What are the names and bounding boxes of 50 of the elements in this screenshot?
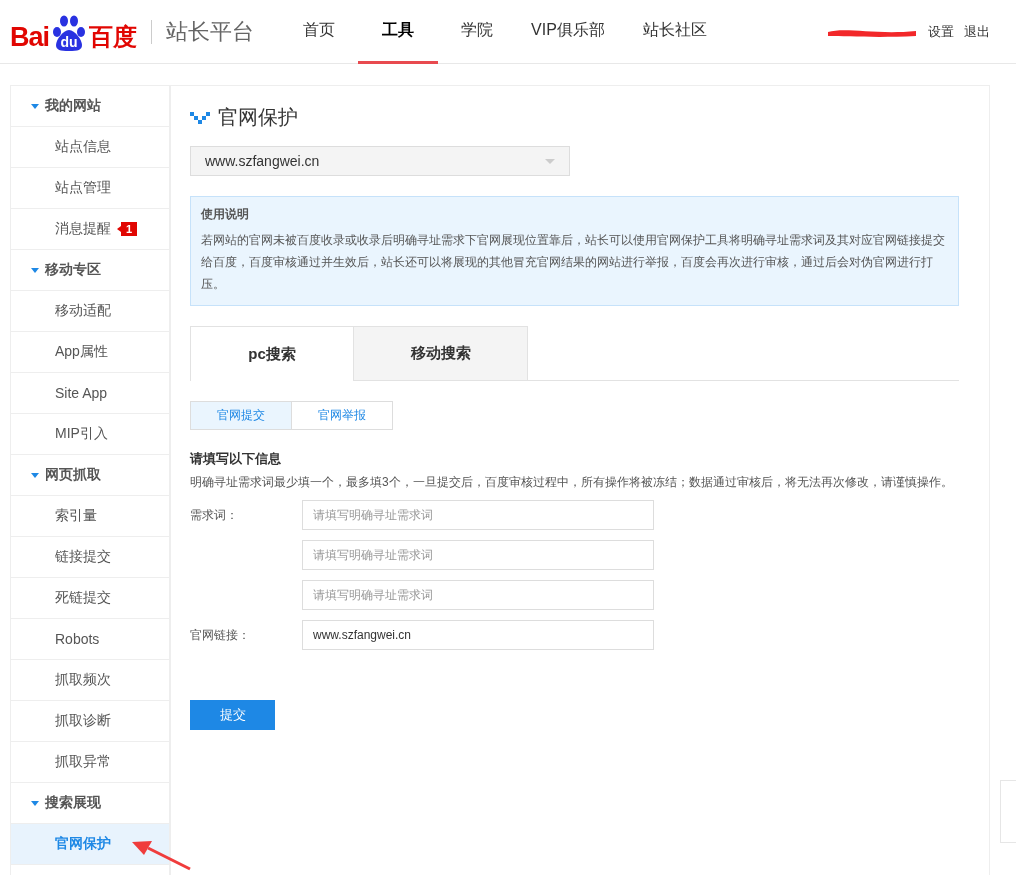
sidebar-item[interactable]: Site App [11,373,169,414]
sidebar-item[interactable]: 站点信息 [11,127,169,168]
sidebar-item[interactable]: 站点管理 [11,168,169,209]
dropdown-value: www.szfangwei.cn [205,153,320,169]
nav-tab[interactable]: 站长社区 [627,0,722,64]
form-heading: 请填写以下信息 [190,450,282,468]
input-field[interactable]: 请填写明确寻址需求词 [302,540,654,570]
sidebar-item[interactable]: MIP引入 [11,414,169,455]
group-title: 我的网站 [45,97,101,115]
sidebar-item[interactable]: 移动适配 [11,291,169,332]
form-description: 明确寻址需求词最少填一个，最多填3个，一旦提交后，百度审核过程中，所有操作将被冻结；数据通过审核后，将无法再次修改，请谨慎操作。 [190,474,954,490]
sidebar-group[interactable]: 移动专区 [11,250,169,291]
sidebar-item[interactable]: Robots [11,619,169,660]
input-field[interactable]: www.szfangwei.cn [302,620,654,650]
caret-icon [545,158,555,164]
sidebar-item[interactable]: App属性 [11,332,169,373]
sidebar-item[interactable]: 链接提交 [11,537,169,578]
field-label: 需求词： [190,506,239,524]
sidebar-item[interactable]: 抓取频次 [11,660,169,701]
nav-tab[interactable]: 学院 [446,0,509,64]
input-field[interactable]: 请填写明确寻址需求词 [302,580,654,610]
notice-text: 若网站的官网未被百度收录或收录后明确寻址需求下官网展现位置靠后，站长可以使用官网保护工具将明确寻址需求词及其对应官网链接提交给百度，百度审核通过并生效后，站长还可以将展现的其他冒充官网结果的网站进行举报，百度会再次进行审核，通过后会对伪官网进行打压。 [201,232,946,293]
platform-title: 站长平台 [166,17,255,46]
input-field[interactable]: 请填写明确寻址需求词 [302,500,654,530]
submit-button[interactable]: 提交 [190,700,275,730]
sub-tab[interactable]: 官网举报 [291,401,393,430]
group-title: 移动专区 [45,261,101,279]
chevron-icon [190,110,210,124]
page-title: 官网保护 [218,104,298,130]
baidu-logo[interactable]: Bai du 百度 [10,11,138,52]
group-title: 搜索展现 [45,794,101,812]
sidebar-item[interactable]: 抓取异常 [11,742,169,783]
field-label: 官网链接： [190,626,251,644]
notice-title: 使用说明 [201,206,250,223]
sidebar-item[interactable]: 死链提交 [11,578,169,619]
sidebar-item[interactable]: 索引量 [11,496,169,537]
search-tab[interactable]: 移动搜索 [353,326,528,380]
sidebar-item[interactable]: 抓取诊断 [11,701,169,742]
nav-tab[interactable]: VIP俱乐部 [516,0,620,64]
nav-tab[interactable]: 首页 [288,0,351,64]
group-title: 网页抓取 [45,466,101,484]
search-tab[interactable]: pc搜索 [190,326,354,381]
site-dropdown[interactable]: www.szfangwei.cn [190,146,570,176]
sidebar-group[interactable]: 我的网站 [11,86,169,127]
header-link[interactable]: 退出 [964,22,990,41]
nav-tab[interactable]: 工具 [358,0,439,64]
sub-tab[interactable]: 官网提交 [190,401,292,430]
sidebar-group[interactable]: 网页抓取 [11,455,169,496]
header-link[interactable]: 设置 [928,22,954,41]
sidebar-item[interactable]: 消息提醒 1 [11,209,169,250]
